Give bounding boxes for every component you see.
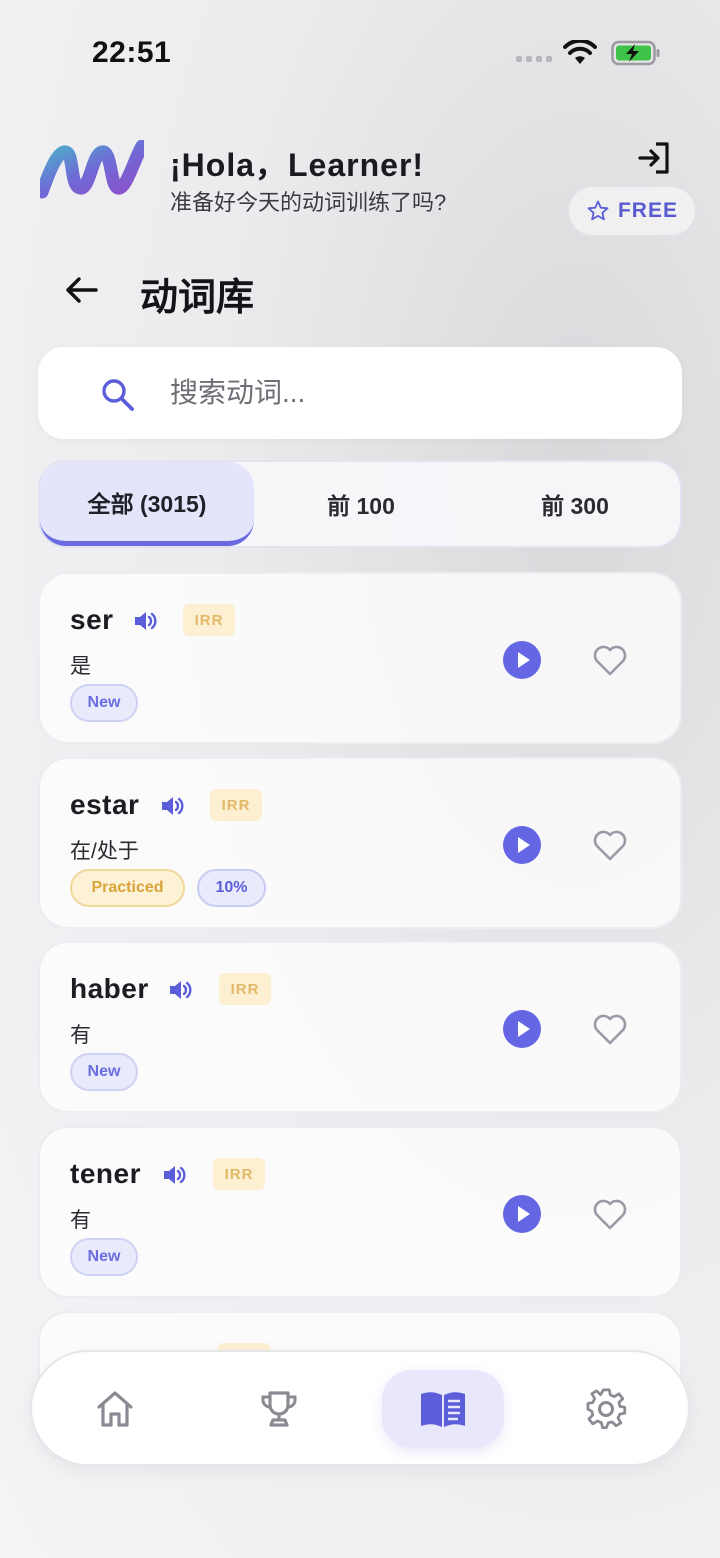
verb-meaning: 在/处于 [70,840,139,863]
irregular-badge: IRR [219,973,271,1005]
app-logo [40,140,144,199]
irregular-badge: IRR [183,604,235,636]
nav-verb-library[interactable] [382,1370,504,1448]
verb-card[interactable]: ser IRR 是 New [38,572,682,744]
tab-all[interactable]: 全部 (3015) [40,462,254,546]
irregular-badge: IRR [210,789,262,821]
gear-icon [586,1388,627,1430]
verb-card[interactable]: haber IRR 有 New [38,941,682,1113]
home-icon [97,1391,133,1427]
cellular-signal-icon [516,56,552,62]
nav-settings[interactable] [546,1370,668,1448]
heart-icon[interactable] [590,1009,630,1049]
verb-meaning: 有 [70,1209,91,1232]
status-badge: New [70,1053,138,1091]
heart-icon[interactable] [590,1194,630,1234]
greeting-subtitle: 准备好今天的动词训练了吗? [170,190,447,215]
bottom-navigation [30,1350,690,1466]
progress-badge: 10% [197,869,266,907]
verb-meaning: 是 [70,655,91,678]
book-icon [421,1392,465,1427]
wifi-icon [563,40,597,64]
status-badge: Practiced [70,869,185,907]
speaker-icon[interactable] [132,608,158,634]
heart-icon[interactable] [590,640,630,680]
app-header: ¡Hola，Learner! 准备好今天的动词训练了吗? FREE [0,130,720,240]
play-button-icon[interactable] [502,825,542,865]
heart-icon[interactable] [590,825,630,865]
status-bar: 22:51 [0,0,720,100]
tab-top-100[interactable]: 前 100 [254,462,468,546]
verb-text: tener [70,1158,141,1189]
tab-top-300[interactable]: 前 300 [468,462,682,546]
search-bar[interactable] [38,347,682,439]
verb-meaning: 有 [70,1024,91,1047]
greeting-text: ¡Hola，Learner! [170,147,425,183]
speaker-icon[interactable] [167,977,193,1003]
play-button-icon[interactable] [502,1194,542,1234]
play-button-icon[interactable] [502,640,542,680]
page-title: 动词库 [140,277,255,319]
star-icon [587,200,609,221]
status-time: 22:51 [92,36,172,69]
trophy-icon [261,1391,297,1427]
speaker-icon[interactable] [159,793,185,819]
irregular-badge: IRR [213,1158,265,1190]
search-icon [102,379,134,411]
verb-text: haber [70,973,149,1004]
verb-text: ser [70,604,114,635]
verb-card[interactable]: estar IRR 在/处于 Practiced 10% [38,757,682,929]
search-input[interactable] [170,347,650,439]
plan-badge-button[interactable]: FREE [567,185,697,237]
status-badge: New [70,1238,138,1276]
verb-card[interactable]: tener IRR 有 New [38,1126,682,1298]
nav-home[interactable] [54,1370,176,1448]
back-arrow-icon[interactable] [62,270,102,310]
battery-charging-icon [611,40,660,66]
status-badge: New [70,684,138,722]
speaker-icon[interactable] [161,1162,187,1188]
play-button-icon[interactable] [502,1009,542,1049]
plan-badge-label: FREE [617,199,678,222]
verb-text: estar [70,789,140,820]
nav-achievements[interactable] [218,1370,340,1448]
page-heading: 动词库 [0,260,720,320]
filter-tabs: 全部 (3015) 前 100 前 300 [38,460,682,548]
login-icon[interactable] [636,140,672,176]
